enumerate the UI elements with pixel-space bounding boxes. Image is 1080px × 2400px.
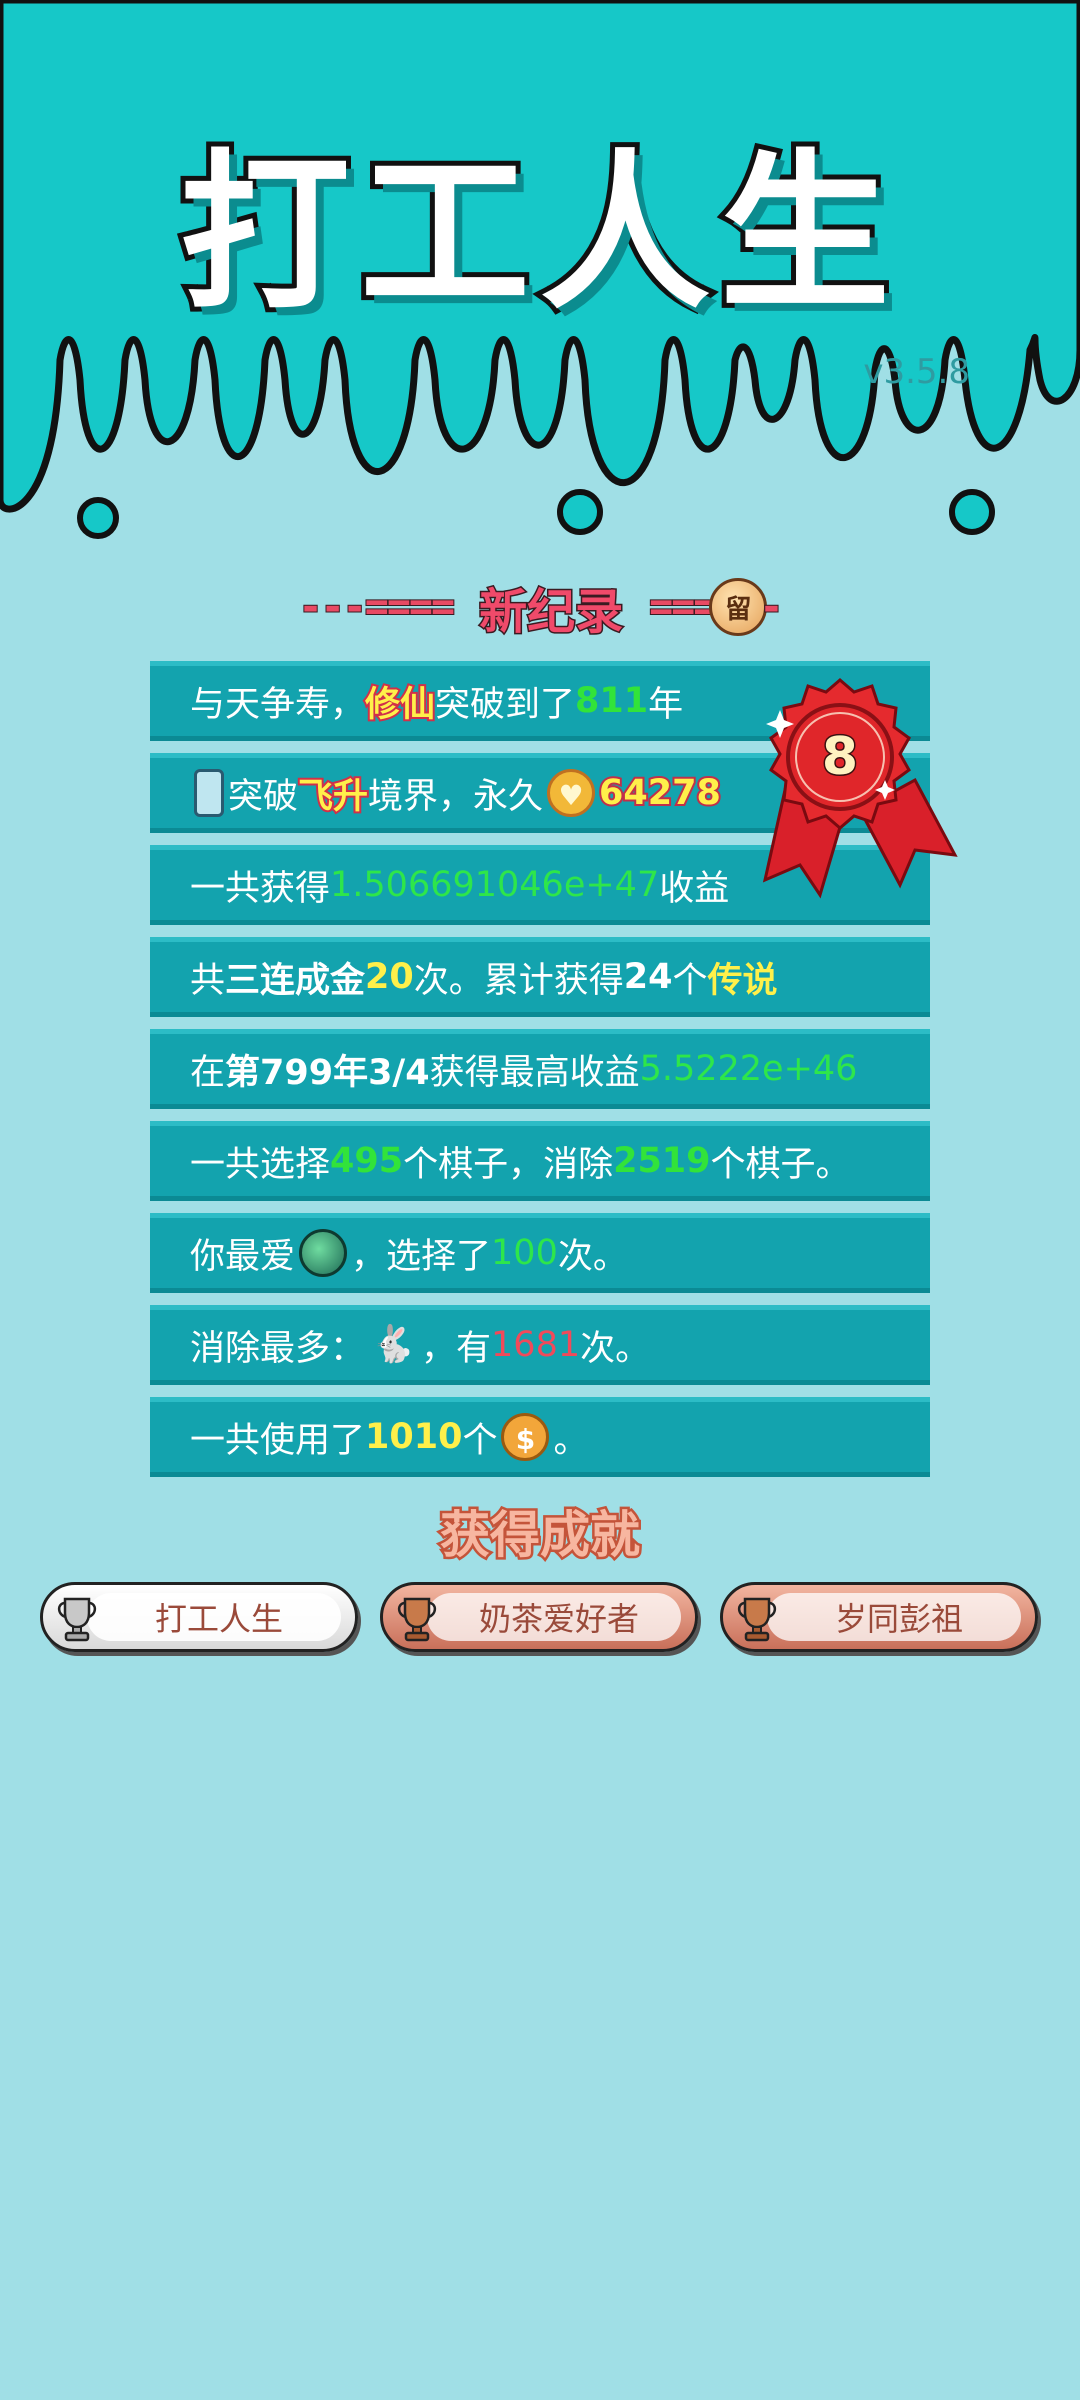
stat-text: 次。 (580, 1328, 651, 1369)
achievement-item[interactable]: 奶茶爱好者 (380, 1582, 698, 1652)
stat-text: 次。 (557, 1236, 628, 1277)
fridge-icon (194, 769, 224, 817)
game-title: 打工人生 (175, 130, 900, 338)
stat-tag: 飞升 (296, 775, 370, 819)
stat-text: 获得最高收益 (429, 1052, 640, 1093)
stat-text: ，有 (421, 1328, 492, 1369)
new-record-header: ---==== 新纪录 ==== 留 - (0, 572, 1080, 642)
stat-value: 5.5222e+46 (639, 1049, 858, 1089)
stat-value: 64278 (597, 771, 723, 815)
stat-text: 在 (190, 1052, 226, 1093)
stat-text: 次。累计获得 (413, 960, 624, 1001)
stat-text: ，选择了 (351, 1236, 492, 1277)
achievement-label: 奶茶爱好者 (478, 1600, 639, 1638)
stat-value: 20 (365, 957, 414, 997)
stat-value: 2519 (613, 1141, 711, 1181)
stat-value: 100 (491, 1233, 558, 1273)
stat-row-favorite: 你最爱 ，选择了 100 次。 (150, 1213, 930, 1293)
stat-text: 共 (190, 960, 226, 1001)
stat-text: 突破到了 (435, 684, 576, 725)
medal-number: 8 (822, 727, 858, 787)
stat-value: 1.506691046e+47 (330, 865, 660, 905)
stat-value: 1010 (365, 1417, 463, 1457)
planet-icon (299, 1229, 348, 1277)
stat-text: 一共使用了 (190, 1420, 366, 1461)
header-band: 打工人生 v3.5.8 (0, 0, 1080, 560)
heart-coin-icon: ♥ (547, 769, 596, 817)
stat-value: 24 (623, 957, 673, 997)
stat-text: 你最爱 (190, 1236, 296, 1277)
record-dash-left: ---==== (297, 583, 456, 631)
stat-value: 495 (330, 1141, 404, 1181)
stat-tag: 修仙 (363, 683, 437, 727)
stat-text: 与天争寿， (190, 684, 366, 725)
stat-bold: 三连成金 (225, 960, 366, 1001)
stat-row-most-eliminated: 消除最多： 🐇 ，有 1681 次。 (150, 1305, 930, 1385)
stat-text: 个 (672, 960, 708, 1001)
stat-text: 突破 (228, 776, 299, 817)
achievement-item[interactable]: 打工人生 (40, 1582, 358, 1652)
stat-text: 收益 (659, 868, 730, 909)
version-label: v3.5.8 (863, 352, 970, 392)
stat-text: 。 (553, 1420, 589, 1461)
stat-bold: 第799年3/4 (225, 1052, 430, 1093)
stat-row-pieces: 一共选择 495 个棋子，消除 2519 个棋子。 (150, 1121, 930, 1201)
achievement-label: 岁同彭祖 (834, 1600, 963, 1638)
record-title: 新纪录 (478, 583, 625, 642)
stat-text: 境界，永久 (368, 776, 544, 817)
dollar-coin-icon: $ (501, 1413, 550, 1461)
stat-value: 1681 (491, 1325, 581, 1365)
achievement-label: 打工人生 (154, 1600, 283, 1638)
stat-text: 一共获得 (190, 868, 331, 909)
achievement-item[interactable]: 岁同彭祖 (720, 1582, 1038, 1652)
achievements-list: 打工人生 奶茶爱好者 岁同彭祖 (40, 1582, 1040, 1654)
stat-text: 年 (648, 684, 684, 725)
stat-text: 一共选择 (190, 1144, 331, 1185)
achievements-title: 获得成就 (438, 1504, 643, 1567)
stat-text: 消除最多： (190, 1328, 366, 1369)
stat-text: 个棋子。 (710, 1144, 851, 1185)
medal-icon: 8 (762, 678, 958, 899)
stat-value: 811 (575, 681, 649, 721)
stat-tag: 传说 (707, 960, 778, 1001)
rabbit-icon: 🐇 (370, 1324, 416, 1365)
stat-text: 个 (462, 1420, 498, 1461)
stat-row-triple-gold: 共三连成金 20 次。累计获得 24 个传说 (150, 937, 930, 1017)
stat-row-max-income: 在 第799年3/4 获得最高收益 5.5222e+46 (150, 1029, 930, 1109)
stat-row-coins-used: 一共使用了 1010 个 $。 (150, 1397, 930, 1477)
record-dash-tail: - (758, 583, 784, 631)
stat-text: 个棋子，消除 (403, 1144, 614, 1185)
